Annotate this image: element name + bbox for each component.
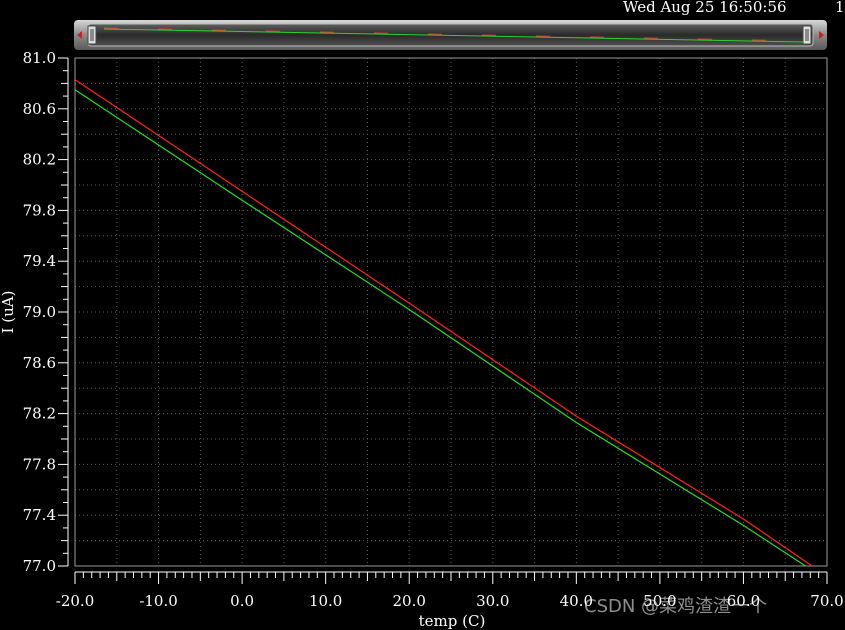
y-tick-label: 77.0: [23, 557, 56, 575]
scroll-right-handle[interactable]: [802, 25, 812, 45]
x-tick-label: 0.0: [230, 592, 254, 610]
header-datetime: Wed Aug 25 16:50:56: [623, 0, 787, 16]
x-tick-label: -20.0: [56, 592, 94, 610]
x-tick-label: 20.0: [393, 592, 426, 610]
y-axis-label: I (uA): [0, 291, 17, 334]
x-tick-label: 10.0: [309, 592, 342, 610]
plot-area: -20.0 -10.0 0.0 10.0 20.0 30.0 40.0 50.0 60.0 70.…: [0, 49, 844, 630]
overview-scrollbar[interactable]: [74, 20, 827, 50]
scroll-left-handle[interactable]: [87, 25, 97, 45]
watermark: CSDN @菜鸡渣渣一个: [584, 596, 768, 617]
x-tick-label: 70.0: [810, 592, 843, 610]
x-tick-label: -10.0: [139, 592, 177, 610]
x-tick-label: 30.0: [476, 592, 509, 610]
y-tick-label: 80.2: [23, 151, 56, 169]
page-number: 1: [835, 0, 845, 16]
y-tick-label: 79.8: [23, 201, 56, 219]
x-axis-label: temp (C): [419, 612, 486, 630]
y-tick-label: 77.8: [23, 455, 56, 473]
y-tick-label: 78.2: [23, 405, 56, 423]
y-tick-label: 80.6: [23, 100, 56, 118]
y-tick-label: 77.4: [23, 506, 56, 524]
y-tick-label: 79.4: [23, 252, 56, 270]
y-tick-label: 79.0: [23, 303, 56, 321]
y-tick-label: 81.0: [23, 49, 56, 67]
y-tick-label: 78.6: [23, 354, 56, 372]
